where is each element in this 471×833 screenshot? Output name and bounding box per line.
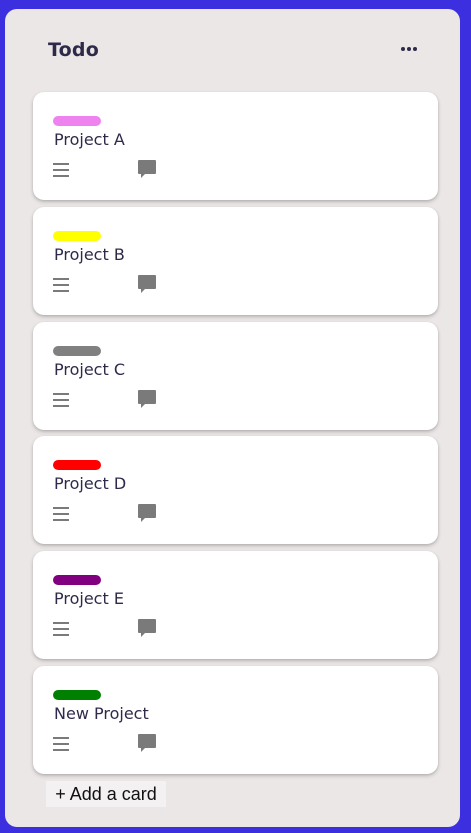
card-title: Project E [54, 589, 124, 608]
description-lines-icon [53, 737, 69, 751]
card-label [53, 346, 101, 356]
card-label [53, 575, 101, 585]
card-project-d[interactable]: Project D [33, 436, 438, 544]
todo-list: Todo Project A Project B Project C Proje… [5, 9, 460, 827]
add-card-button[interactable]: + Add a card [46, 781, 166, 807]
card-project-b[interactable]: Project B [33, 207, 438, 315]
list-header: Todo [5, 9, 460, 91]
card-title: New Project [54, 704, 149, 723]
comment-icon [138, 275, 156, 293]
description-lines-icon [53, 507, 69, 521]
card-label [53, 231, 101, 241]
card-title: Project B [54, 245, 125, 264]
card-project-a[interactable]: Project A [33, 92, 438, 200]
card-label [53, 116, 101, 126]
card-new-project[interactable]: New Project [33, 666, 438, 774]
card-title: Project C [54, 360, 125, 379]
comment-icon [138, 504, 156, 522]
comment-icon [138, 390, 156, 408]
card-label [53, 690, 101, 700]
card-title: Project A [54, 130, 125, 149]
description-lines-icon [53, 278, 69, 292]
description-lines-icon [53, 163, 69, 177]
comment-icon [138, 734, 156, 752]
list-title: Todo [48, 39, 99, 61]
more-horizontal-icon [401, 47, 417, 51]
comment-icon [138, 619, 156, 637]
card-project-e[interactable]: Project E [33, 551, 438, 659]
description-lines-icon [53, 393, 69, 407]
list-menu-button[interactable] [395, 35, 423, 63]
comment-icon [138, 160, 156, 178]
card-label [53, 460, 101, 470]
description-lines-icon [53, 622, 69, 636]
card-title: Project D [54, 474, 127, 493]
card-project-c[interactable]: Project C [33, 322, 438, 430]
